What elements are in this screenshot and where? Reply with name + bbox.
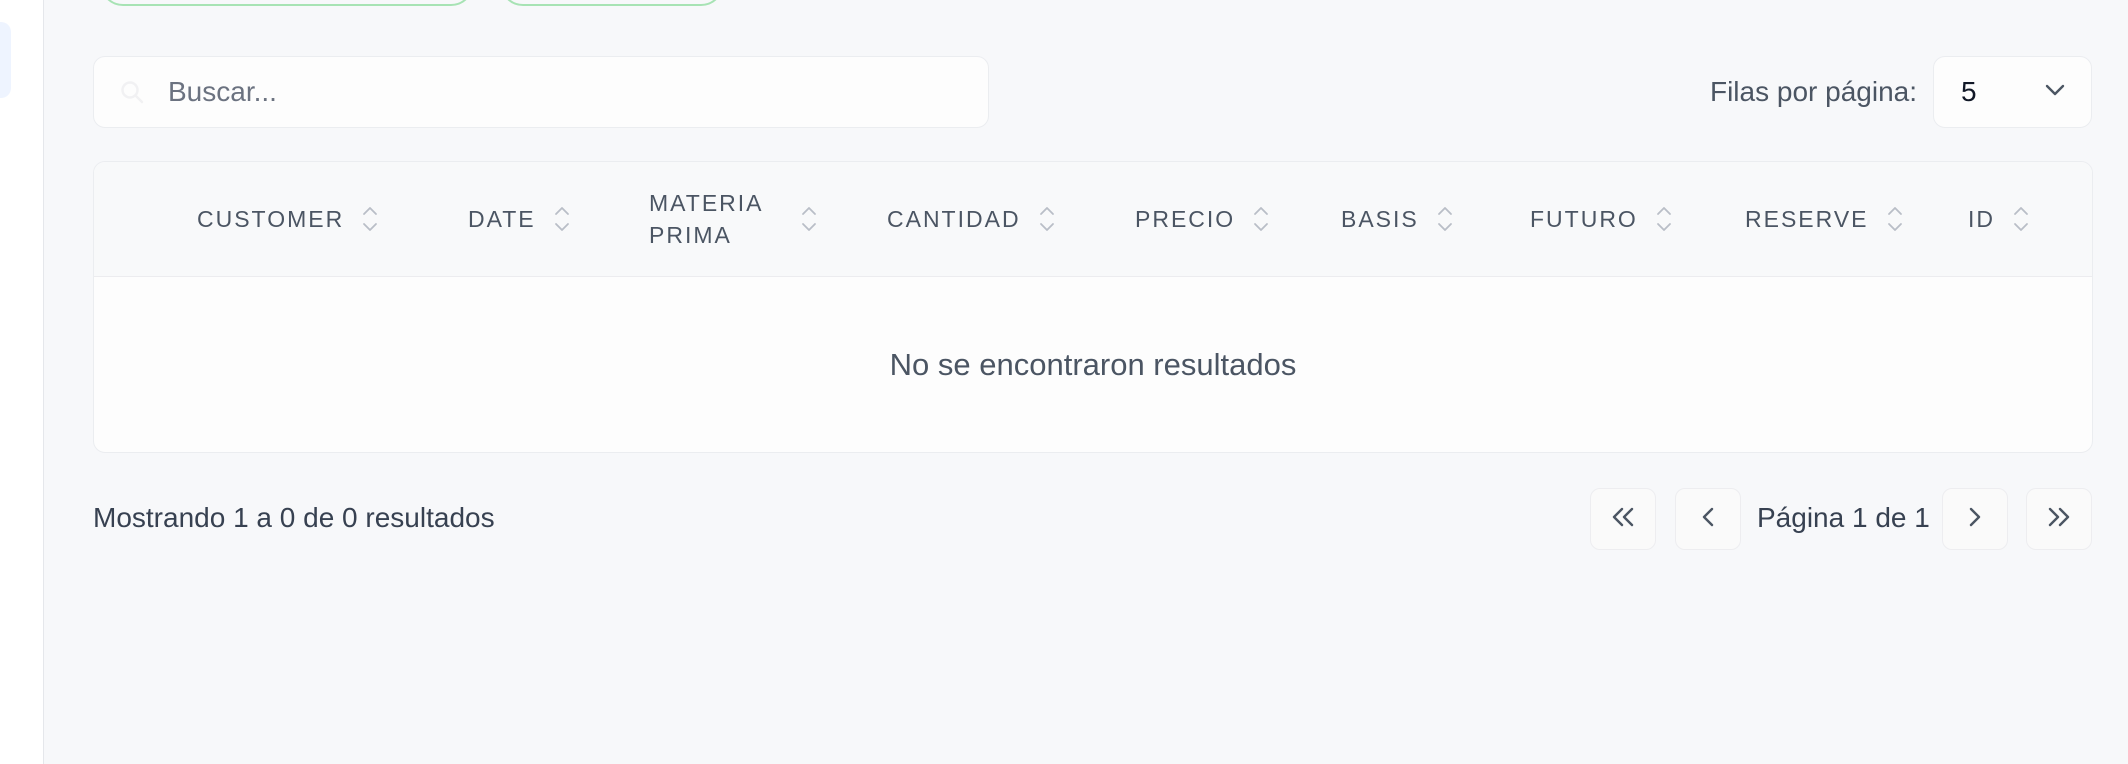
first-page-button[interactable]	[1590, 488, 1656, 550]
sort-icon	[554, 205, 570, 233]
search-icon	[116, 76, 148, 108]
column-header-materia-prima[interactable]: MATERIA PRIMA	[649, 162, 817, 276]
rows-per-page-label: Filas por página:	[1709, 76, 1917, 107]
column-header-precio[interactable]: PRECIO	[1135, 162, 1269, 276]
rows-per-page-select[interactable]: 5	[1933, 56, 2092, 128]
chevron-down-icon	[2045, 83, 2065, 101]
chevron-right-icon	[1968, 507, 1982, 532]
column-header-basis[interactable]: BASIS	[1341, 162, 1453, 276]
filter-chip[interactable]	[100, 0, 474, 6]
sort-icon	[362, 205, 378, 233]
column-header-date[interactable]: DATE	[468, 162, 570, 276]
sort-icon	[1887, 205, 1903, 233]
filter-chip[interactable]	[500, 0, 724, 6]
last-page-button[interactable]	[2026, 488, 2092, 550]
sidebar	[0, 0, 44, 764]
column-header-reserve[interactable]: RESERVE	[1745, 162, 1903, 276]
data-table: CUSTOMER DATE MATERIA PRIMA CANTIDAD PRE…	[93, 161, 2093, 453]
double-chevron-left-icon	[1611, 507, 1635, 532]
next-page-button[interactable]	[1942, 488, 2008, 550]
sort-icon	[1656, 205, 1672, 233]
chevron-left-icon	[1701, 507, 1715, 532]
results-summary: Mostrando 1 a 0 de 0 resultados	[93, 502, 495, 533]
column-header-cantidad[interactable]: CANTIDAD	[887, 162, 1055, 276]
sort-icon	[801, 205, 817, 233]
prev-page-button[interactable]	[1675, 488, 1741, 550]
empty-state-message: No se encontraron resultados	[889, 347, 1297, 382]
rows-per-page-value: 5	[1961, 76, 1977, 107]
column-header-futuro[interactable]: FUTURO	[1530, 162, 1672, 276]
page-indicator: Página 1 de 1	[1757, 502, 1930, 533]
sidebar-active-item[interactable]	[0, 22, 11, 98]
column-header-customer[interactable]: CUSTOMER	[197, 162, 378, 276]
sort-icon	[2013, 205, 2029, 233]
table-header: CUSTOMER DATE MATERIA PRIMA CANTIDAD PRE…	[94, 162, 2092, 277]
sort-icon	[1437, 205, 1453, 233]
double-chevron-right-icon	[2047, 507, 2071, 532]
sort-icon	[1253, 205, 1269, 233]
search-input[interactable]	[166, 75, 970, 109]
search-box	[93, 56, 989, 128]
sort-icon	[1039, 205, 1055, 233]
column-header-id[interactable]: ID	[1968, 162, 2029, 276]
